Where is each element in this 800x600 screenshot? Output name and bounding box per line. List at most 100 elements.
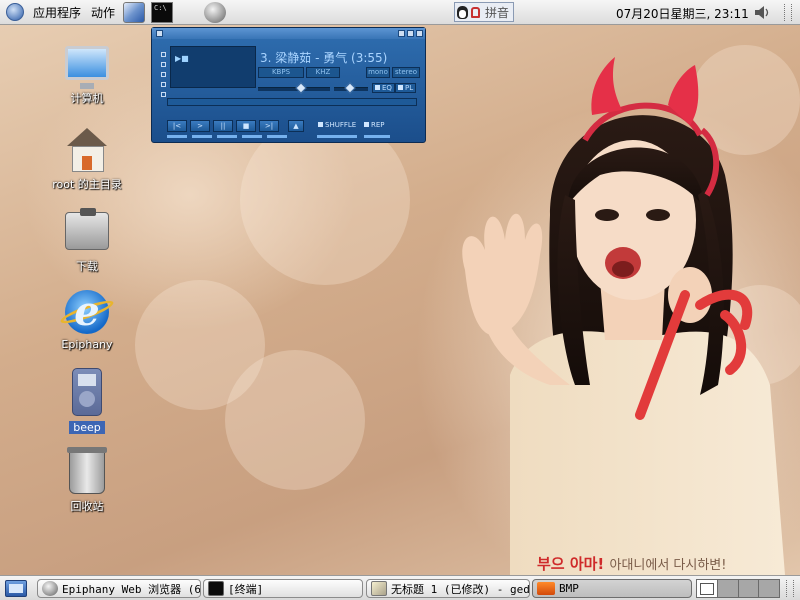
khz-label: KHZ <box>315 68 331 76</box>
workspace-switcher[interactable] <box>696 579 780 598</box>
xmms-shade-button[interactable] <box>407 30 414 37</box>
playlist-toggle-button[interactable]: PL <box>395 83 417 93</box>
terminal-launcher-icon[interactable]: C:\ <box>151 1 174 23</box>
gnome-foot-icon[interactable] <box>6 3 24 21</box>
desktop-icon-epiphany[interactable]: Epiphany <box>39 288 135 351</box>
song-title-display[interactable]: 3. 梁静茹 - 勇气 (3:55) <box>260 49 420 65</box>
xmms-minimize-button[interactable] <box>398 30 405 37</box>
play-button[interactable]: > <box>190 120 210 132</box>
terminal-icon <box>208 581 224 596</box>
input-method-indicator[interactable]: 拼音 <box>454 2 515 22</box>
volume-slider-handle[interactable] <box>295 82 307 94</box>
bokeh-circle <box>225 350 365 490</box>
xmms-side-buttons <box>161 52 166 102</box>
xmms-file-info-button[interactable] <box>161 72 166 77</box>
eject-button[interactable]: ▲ <box>288 120 304 132</box>
kbps-label: KBPS <box>271 68 291 76</box>
desktop-icon-computer[interactable]: 计算机 <box>39 46 135 106</box>
stop-button[interactable]: ■ <box>236 120 256 132</box>
desktop-icon-downloads[interactable]: 下载 <box>39 208 135 274</box>
checkbox-icon <box>318 122 323 127</box>
workspace-1[interactable] <box>697 580 718 597</box>
decorative-bar <box>167 135 187 138</box>
xmms-options-button[interactable] <box>161 52 166 57</box>
balance-slider-handle[interactable] <box>344 82 356 94</box>
task-terminal[interactable]: [终端] <box>203 579 363 598</box>
task-gedit[interactable]: 无标题 1 (已修改) - ged <box>366 579 530 598</box>
decorative-bar <box>217 135 237 138</box>
task-epiphany[interactable]: Epiphany Web 浏览器 (6) <box>37 579 201 598</box>
speaker-icon[interactable] <box>754 5 770 20</box>
pl-label: PL <box>405 84 414 92</box>
eject-icon: ▲ <box>293 122 299 130</box>
epiphany-icon <box>42 581 58 596</box>
shuffle-toggle[interactable]: SHUFFLE <box>318 121 356 129</box>
repeat-label: REP <box>371 121 385 129</box>
gedit-icon <box>371 581 387 596</box>
desktop-icon-label: 计算机 <box>70 92 104 105</box>
xmms-doublesize-button[interactable] <box>161 82 166 87</box>
folder-icon <box>65 208 109 250</box>
eq-label: EQ <box>382 84 392 92</box>
seek-bar[interactable] <box>167 98 417 106</box>
task-label: [终端] <box>228 582 264 596</box>
tux-icon <box>457 5 468 19</box>
task-label: 无标题 1 (已修改) - ged <box>391 582 530 596</box>
xmms-always-on-top-button[interactable] <box>161 62 166 67</box>
stereo-indicator: stereo <box>392 67 420 78</box>
workspace-4[interactable] <box>759 580 779 597</box>
panel-handle[interactable] <box>786 580 794 597</box>
xmms-visualizer[interactable]: ▶■ <box>170 46 256 88</box>
epiphany-launcher-icon[interactable] <box>204 1 227 23</box>
xmms-visualization-button[interactable] <box>161 92 166 97</box>
desktop-icon-home[interactable]: root 的主目录 <box>39 128 135 192</box>
browser-launcher-icon[interactable] <box>123 1 146 23</box>
stereo-label: stereo <box>394 68 417 76</box>
monitor-icon <box>65 46 109 89</box>
top-panel: 应用程序 动作 C:\ 拼音 07月20日星期三, 23:11 <box>0 0 800 25</box>
bottom-panel: Epiphany Web 浏览器 (6) [终端] 无标题 1 (已修改) - … <box>0 575 800 600</box>
desktop-icon-label: 下载 <box>76 260 98 273</box>
desktop-icon-beep[interactable]: beep <box>39 368 135 434</box>
wallpaper-girl-illustration <box>462 57 785 575</box>
show-desktop-button[interactable] <box>5 580 27 597</box>
next-button[interactable]: >| <box>259 120 279 132</box>
kbps-display: KBPS <box>258 67 304 78</box>
xmms-close-button[interactable] <box>416 30 423 37</box>
menu-applications[interactable]: 应用程序 <box>28 4 86 21</box>
decorative-bar <box>267 135 287 138</box>
checkbox-icon <box>375 85 380 90</box>
pause-button[interactable]: || <box>213 120 233 132</box>
menu-actions[interactable]: 动作 <box>86 4 120 21</box>
mono-label: mono <box>368 68 388 76</box>
checkbox-icon <box>364 122 369 127</box>
lock-icon <box>471 6 480 18</box>
ipod-icon <box>72 368 102 416</box>
pause-icon: || <box>220 122 226 130</box>
decorative-bar <box>364 135 390 138</box>
desktop-icon-trash[interactable]: 回收站 <box>39 447 135 514</box>
ie-icon <box>58 288 116 335</box>
task-label: BMP <box>559 582 579 595</box>
xmms-player-window[interactable]: ▶■ 3. 梁静茹 - 勇气 (3:55) KBPS KHZ mono ster… <box>151 27 426 143</box>
repeat-toggle[interactable]: REP <box>364 121 385 129</box>
workspace-3[interactable] <box>738 580 760 597</box>
eq-toggle-button[interactable]: EQ <box>372 83 395 93</box>
checkbox-icon <box>398 85 403 90</box>
decorative-bar <box>192 135 212 138</box>
khz-display: KHZ <box>306 67 340 78</box>
task-bmp[interactable]: BMP <box>532 579 692 598</box>
play-icon: > <box>197 122 203 130</box>
desktop-icon-label: beep <box>69 421 105 434</box>
xmms-menu-button[interactable] <box>156 30 163 37</box>
prev-button[interactable]: |< <box>167 120 187 132</box>
workspace-2[interactable] <box>717 580 739 597</box>
panel-handle[interactable] <box>784 4 792 21</box>
desktop-icon-label: root 的主目录 <box>52 178 122 191</box>
wallpaper-caption: 부으 아마! 아대니에서 다시하변! <box>537 553 726 574</box>
trash-icon <box>67 447 107 494</box>
wallpaper-caption-red: 부으 아마! <box>537 555 605 573</box>
clock[interactable]: 07月20日星期三, 23:11 <box>616 5 749 22</box>
xmms-titlebar[interactable] <box>152 28 425 39</box>
desktop-icon-label: 回收站 <box>70 500 104 513</box>
